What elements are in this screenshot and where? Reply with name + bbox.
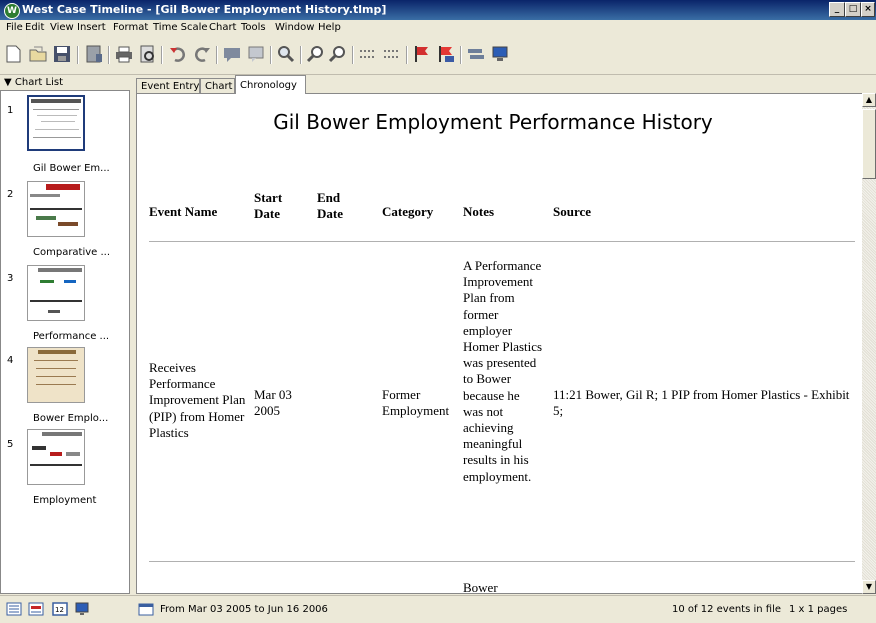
menu-format[interactable]: Format — [113, 22, 148, 33]
new-icon[interactable] — [3, 44, 23, 64]
vertical-scrollbar[interactable]: ▲ ▼ — [862, 93, 876, 594]
status-date-range: From Mar 03 2005 to Jun 16 2006 — [160, 604, 328, 615]
calendar-icon — [138, 603, 154, 616]
menu-help[interactable]: Help — [318, 22, 341, 33]
cell-notes: Bower — [463, 580, 498, 594]
chart-thumbnail-5[interactable] — [27, 429, 85, 485]
column-header-event-name: Event Name — [149, 204, 218, 219]
chronology-report: Gil Bower Employment Performance History… — [136, 93, 863, 594]
maximize-button[interactable]: □ — [845, 2, 861, 17]
tab-chronology[interactable]: Chronology — [235, 75, 306, 94]
presentation-view-icon[interactable] — [74, 602, 90, 616]
close-button[interactable]: × — [861, 2, 875, 17]
column-header-start-date: Start Date — [254, 190, 283, 221]
monitor-icon[interactable] — [490, 44, 510, 64]
chart-list-panel: 1 Gil Bower Em... 2 Comparative ... 3 Pe… — [0, 90, 130, 594]
menu-view[interactable]: View — [50, 22, 74, 33]
cell-source: 11:21 Bower, Gil R; 1 PIP from Homer Pla… — [553, 387, 850, 419]
redo-icon[interactable] — [192, 44, 212, 64]
menu-time-scale[interactable]: Time Scale — [153, 22, 208, 33]
menu-chart[interactable]: Chart — [209, 22, 236, 33]
scroll-thumb[interactable] — [862, 109, 876, 179]
menu-insert[interactable]: Insert — [77, 22, 106, 33]
undo-icon[interactable] — [168, 44, 188, 64]
tab-chart[interactable]: Chart — [200, 78, 235, 93]
minimize-button[interactable]: _ — [829, 2, 845, 17]
chart-thumbnail-2[interactable] — [27, 181, 85, 237]
chart-number: 3 — [7, 273, 14, 284]
date-view-icon[interactable]: 12 — [52, 602, 68, 616]
menu-bar: File Edit View Insert Format Time Scale … — [0, 20, 876, 36]
status-page-count: 1 x 1 pages — [789, 604, 848, 615]
chart-thumbnail-3[interactable] — [27, 265, 85, 321]
chart-number: 5 — [7, 439, 14, 450]
zoom-icon[interactable] — [276, 44, 296, 64]
toolbar-separator — [216, 46, 218, 64]
toolbar-separator — [270, 46, 272, 64]
title-bar: W West Case Timeline - [Gil Bower Employ… — [0, 0, 876, 20]
zoom-in-icon[interactable] — [306, 44, 326, 64]
save-icon[interactable] — [52, 44, 72, 64]
cell-category: Former Employment — [382, 387, 450, 419]
collapse-icon[interactable] — [382, 44, 402, 64]
chart-label-1[interactable]: Gil Bower Em... — [33, 163, 110, 174]
toolbar-separator — [406, 46, 408, 64]
menu-file[interactable]: File — [6, 22, 23, 33]
chart-view-icon[interactable] — [28, 602, 44, 616]
row-divider — [149, 561, 855, 562]
print-icon[interactable] — [114, 44, 134, 64]
open-icon[interactable] — [28, 44, 48, 64]
column-header-category: Category — [382, 204, 434, 219]
save-as-icon[interactable] — [84, 44, 104, 64]
comment-edit-icon[interactable] — [246, 44, 266, 64]
print-preview-icon[interactable] — [137, 44, 157, 64]
status-event-count: 10 of 12 events in file — [672, 604, 782, 615]
toolbar-separator — [300, 46, 302, 64]
menu-tools[interactable]: Tools — [241, 22, 266, 33]
window-title: West Case Timeline - [Gil Bower Employme… — [22, 3, 387, 16]
toolbar-separator — [77, 46, 79, 64]
chart-thumbnail-4[interactable] — [27, 347, 85, 403]
toolbar-separator — [460, 46, 462, 64]
flag-edit-icon[interactable] — [436, 44, 456, 64]
chart-thumbnail-1[interactable] — [27, 95, 85, 151]
cell-notes: A Performance Improvement Plan from form… — [463, 258, 543, 484]
flag-icon[interactable] — [412, 44, 432, 64]
column-header-notes: Notes — [463, 204, 495, 219]
toolbar — [0, 36, 876, 75]
toolbar-separator — [108, 46, 110, 64]
toolbar-separator — [352, 46, 354, 64]
tab-event-entry[interactable]: Event Entry — [136, 78, 200, 93]
scroll-up-button[interactable]: ▲ — [862, 93, 876, 107]
column-header-end-date: End Date — [317, 190, 343, 221]
chart-number: 4 — [7, 355, 14, 366]
scroll-down-button[interactable]: ▼ — [862, 580, 876, 594]
report-title: Gil Bower Employment Performance History — [273, 110, 713, 134]
list-icon[interactable] — [466, 44, 486, 64]
svg-text:12: 12 — [55, 606, 64, 614]
chart-list-header[interactable]: ▼ Chart List — [0, 76, 130, 90]
cell-start-date: Mar 03 2005 — [254, 387, 292, 419]
menu-edit[interactable]: Edit — [25, 22, 44, 33]
chart-label-3[interactable]: Performance ... — [33, 331, 109, 342]
expand-icon[interactable] — [358, 44, 378, 64]
status-bar: 12 From Mar 03 2005 to Jun 16 2006 10 of… — [0, 595, 876, 623]
header-divider — [149, 241, 855, 242]
chart-label-2[interactable]: Comparative ... — [33, 247, 110, 258]
chart-label-4[interactable]: Bower Emplo... — [33, 413, 108, 424]
chart-list-title: ▼ Chart List — [4, 77, 64, 88]
column-header-source: Source — [553, 204, 592, 219]
app-logo-icon: W — [4, 3, 20, 19]
toolbar-separator — [161, 46, 163, 64]
chart-number: 1 — [7, 105, 14, 116]
zoom-out-icon[interactable] — [328, 44, 348, 64]
comment-icon[interactable] — [222, 44, 242, 64]
chart-label-5[interactable]: Employment — [33, 495, 96, 506]
menu-window[interactable]: Window — [275, 22, 314, 33]
cell-event-name: Receives Performance Improvement Plan (P… — [149, 360, 246, 440]
chart-number: 2 — [7, 189, 14, 200]
list-view-icon[interactable] — [6, 602, 22, 616]
